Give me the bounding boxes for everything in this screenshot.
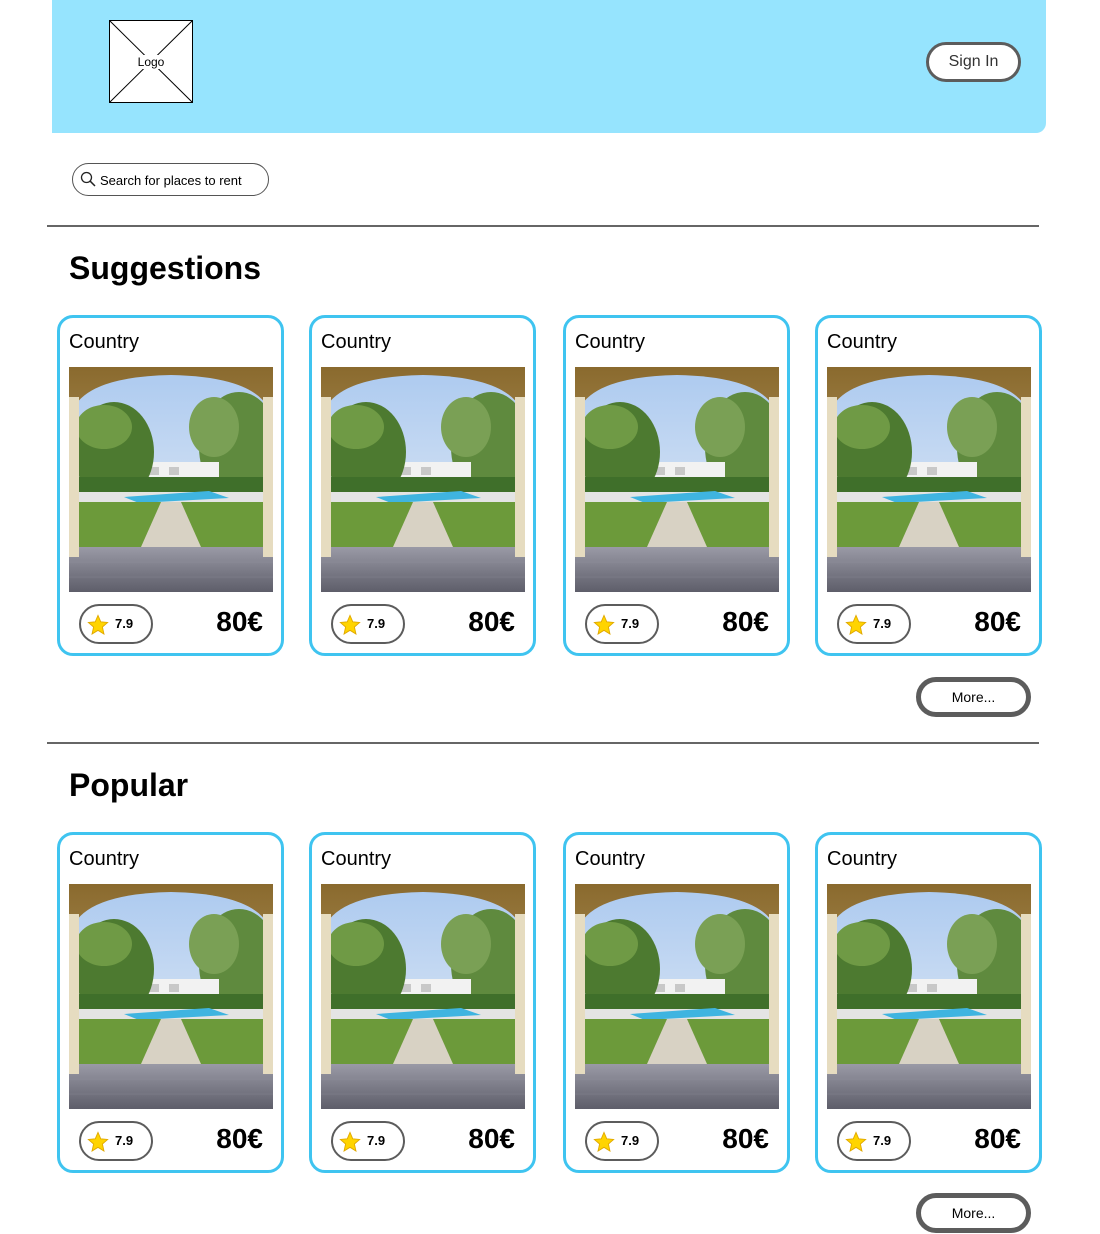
more-suggestions-button[interactable]: More... [916,677,1031,717]
star-icon [339,614,361,636]
listing-card[interactable]: Country 7.9 80€ [563,832,790,1173]
logo-label: Logo [136,55,166,69]
listing-card[interactable]: Country 7.9 80€ [309,832,536,1173]
listing-photo [827,884,1031,1109]
listing-card[interactable]: Country 7.9 80€ [309,315,536,656]
listing-country: Country [575,848,646,870]
listing-photo [827,367,1031,592]
rating-value: 7.9 [873,616,892,631]
listing-price: 80€ [974,606,1021,637]
sign-in-button[interactable]: Sign In [926,42,1021,82]
more-popular-button[interactable]: More... [916,1193,1031,1233]
rating-badge: 7.9 [837,604,911,644]
listing-country: Country [69,331,140,353]
listing-country: Country [321,331,392,353]
search-icon [80,171,96,187]
listing-card[interactable]: Country 7.9 80€ [563,315,790,656]
listing-card[interactable]: Country 7.9 80€ [57,832,284,1173]
rating-badge: 7.9 [585,604,659,644]
listing-photo [321,884,525,1109]
search-input[interactable] [100,169,260,191]
section-divider [47,742,1039,744]
section-divider [47,225,1039,227]
search-bar[interactable] [72,163,269,196]
rating-value: 7.9 [115,1133,134,1148]
rating-badge: 7.9 [585,1121,659,1161]
star-icon [87,1131,109,1153]
star-icon [593,1131,615,1153]
listing-price: 80€ [468,606,515,637]
rating-value: 7.9 [367,1133,386,1148]
section-title-suggestions: Suggestions [69,250,262,286]
listing-price: 80€ [722,606,769,637]
listing-photo [575,367,779,592]
rating-badge: 7.9 [331,604,405,644]
header-bar: Logo Sign In [52,0,1046,133]
section-title-popular: Popular [69,767,189,803]
logo[interactable]: Logo [109,20,193,103]
listing-price: 80€ [468,1123,515,1154]
star-icon [339,1131,361,1153]
rating-value: 7.9 [873,1133,892,1148]
listing-photo [321,367,525,592]
listing-country: Country [827,848,898,870]
listing-card[interactable]: Country 7.9 80€ [57,315,284,656]
listing-photo [575,884,779,1109]
listing-country: Country [69,848,140,870]
rating-badge: 7.9 [331,1121,405,1161]
star-icon [845,1131,867,1153]
listing-photo [69,367,273,592]
listing-price: 80€ [722,1123,769,1154]
listing-country: Country [575,331,646,353]
star-icon [593,614,615,636]
rating-value: 7.9 [367,616,386,631]
listing-price: 80€ [216,1123,263,1154]
star-icon [87,614,109,636]
listing-country: Country [321,848,392,870]
rating-value: 7.9 [115,616,134,631]
star-icon [845,614,867,636]
rating-badge: 7.9 [79,1121,153,1161]
rating-value: 7.9 [621,616,640,631]
listing-price: 80€ [974,1123,1021,1154]
rating-badge: 7.9 [837,1121,911,1161]
listing-card[interactable]: Country 7.9 80€ [815,832,1042,1173]
listing-country: Country [827,331,898,353]
rating-badge: 7.9 [79,604,153,644]
listing-price: 80€ [216,606,263,637]
rating-value: 7.9 [621,1133,640,1148]
listing-photo [69,884,273,1109]
listing-card[interactable]: Country 7.9 80€ [815,315,1042,656]
